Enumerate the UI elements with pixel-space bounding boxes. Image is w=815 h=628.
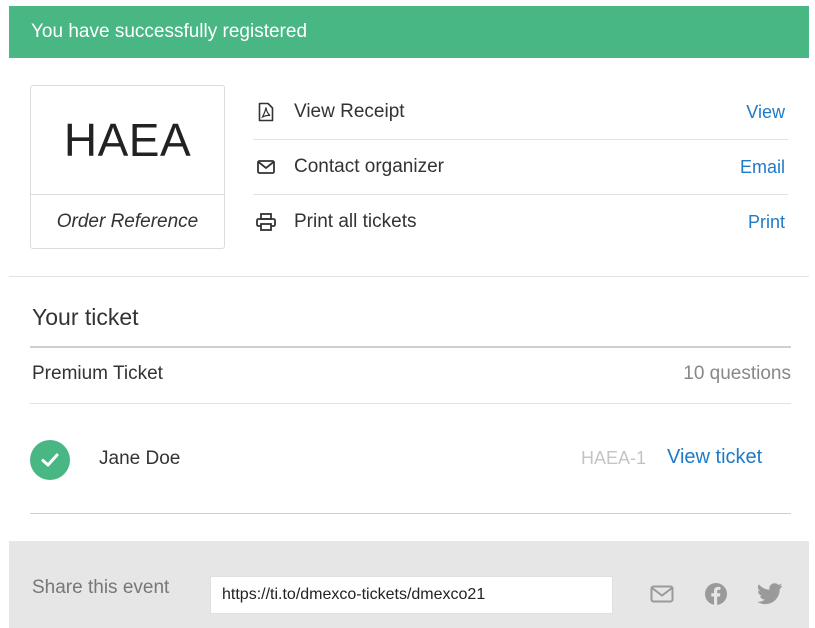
print-tickets-link[interactable]: Print xyxy=(748,212,785,233)
action-contact-organizer: Contact organizer Email xyxy=(253,140,788,195)
your-ticket-heading: Your ticket xyxy=(32,304,139,330)
view-ticket-link[interactable]: View ticket xyxy=(667,446,762,469)
order-reference-label: Order Reference xyxy=(31,194,224,249)
email-organizer-link[interactable]: Email xyxy=(740,157,785,178)
ticket-reference: HAEA-1 xyxy=(581,448,647,468)
envelope-icon[interactable] xyxy=(649,581,675,607)
envelope-icon xyxy=(256,157,276,177)
share-url-field[interactable] xyxy=(210,576,613,614)
attendee-name: Jane Doe xyxy=(99,448,181,469)
pdf-file-icon xyxy=(256,102,276,122)
action-view-receipt: View Receipt View xyxy=(253,85,788,140)
heading-rule xyxy=(30,346,791,348)
ticket-questions-count: 10 questions xyxy=(683,363,791,384)
success-banner: You have successfully registered xyxy=(9,6,809,58)
ticket-type-rule xyxy=(30,403,791,404)
tickets-bottom-rule xyxy=(30,513,791,514)
ticket-type-name: Premium Ticket xyxy=(32,363,163,384)
printer-icon xyxy=(256,212,276,232)
view-receipt-link[interactable]: View xyxy=(746,102,785,123)
order-actions: View Receipt View Contact organizer Emai… xyxy=(253,85,788,249)
twitter-icon[interactable] xyxy=(757,581,783,607)
action-print-tickets: Print all tickets Print xyxy=(253,195,788,249)
facebook-icon[interactable] xyxy=(703,581,729,607)
checkmark-circle-icon xyxy=(30,440,70,480)
section-divider xyxy=(9,276,809,277)
success-message: You have successfully registered xyxy=(31,21,308,42)
share-bar: Share this event xyxy=(9,541,809,628)
order-reference-code: HAEA xyxy=(63,114,192,166)
contact-organizer-label: Contact organizer xyxy=(294,156,444,177)
share-label: Share this event xyxy=(32,577,170,598)
print-tickets-label: Print all tickets xyxy=(294,211,417,232)
view-receipt-label: View Receipt xyxy=(294,101,405,122)
order-reference-card: HAEA Order Reference xyxy=(30,85,225,249)
